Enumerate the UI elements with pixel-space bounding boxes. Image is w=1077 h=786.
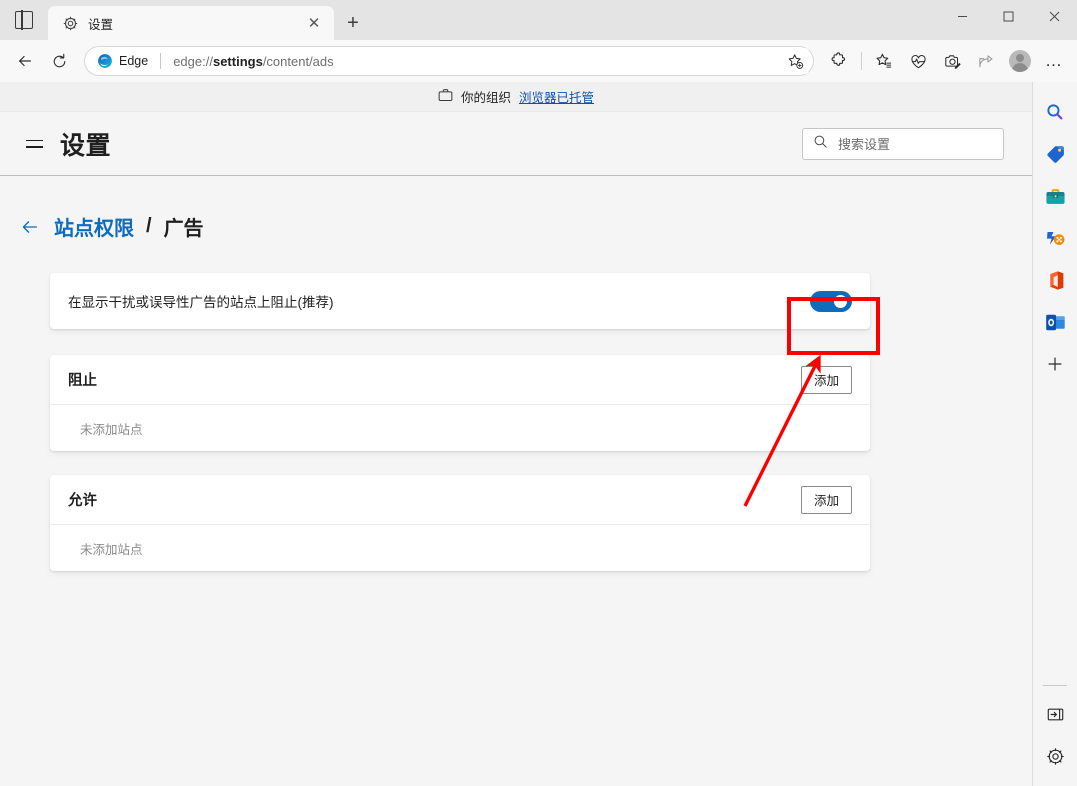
office-icon [1049, 270, 1063, 290]
settings-body: 站点权限 / 广告 在显示干扰或误导性广告的站点上阻止(推荐) 阻止 添加 未添… [0, 176, 1032, 785]
add-favorite-icon[interactable] [781, 48, 809, 74]
allowed-add-button[interactable]: 添加 [800, 485, 852, 514]
browser-toolbar: Edge edge://settings/content/ads … [0, 40, 1077, 82]
sidebar-item-games[interactable] [1039, 222, 1071, 254]
url-bold-segment: settings [212, 53, 263, 69]
back-arrow-icon[interactable] [18, 215, 42, 239]
title-bar: 设置 ✕ + [0, 0, 1077, 40]
blocked-section-header: 阻止 添加 [50, 355, 870, 405]
back-button[interactable] [8, 45, 42, 77]
sidebar-item-outlook[interactable] [1039, 306, 1071, 338]
browser-tab-settings[interactable]: 设置 ✕ [48, 6, 334, 40]
sidebar-item-office[interactable] [1039, 264, 1071, 296]
allowed-section-title: 允许 [68, 493, 97, 509]
org-managed-banner: 你的组织 浏览器已托管 [0, 82, 1032, 112]
hamburger-menu-icon[interactable] [18, 128, 50, 160]
omnibox-divider [160, 53, 162, 69]
maximize-button[interactable] [985, 0, 1031, 32]
minimize-button[interactable] [939, 0, 985, 32]
sidebar-settings-button[interactable] [1039, 740, 1071, 772]
bing-search-icon [1047, 104, 1063, 120]
search-placeholder: 搜索设置 [838, 137, 891, 152]
edge-sidebar-rail [1032, 82, 1077, 786]
shopping-tag-icon [1046, 145, 1064, 163]
gear-icon [62, 15, 78, 31]
content-area: 你的组织 浏览器已托管 设置 搜索设置 站点权限 / 广告 在显示干扰或误导性广… [0, 82, 1077, 786]
url-prefix: edge:// [173, 53, 213, 69]
favorites-button[interactable] [867, 45, 901, 77]
more-settings-button[interactable]: … [1037, 45, 1071, 77]
ads-block-toggle-row: 在显示干扰或误导性广告的站点上阻止(推荐) [50, 273, 870, 329]
settings-page: 你的组织 浏览器已托管 设置 搜索设置 站点权限 / 广告 在显示干扰或误导性广… [0, 82, 1032, 786]
blocked-sites-card: 阻止 添加 未添加站点 [50, 355, 870, 451]
edge-logo-icon [98, 54, 112, 68]
favorites-star-icon [876, 53, 892, 68]
search-settings-input[interactable]: 搜索设置 [802, 127, 1004, 160]
allowed-section-header: 允许 添加 [50, 475, 870, 525]
sidebar-item-add[interactable] [1039, 348, 1071, 380]
ads-block-toggle-label: 在显示干扰或误导性广告的站点上阻止(推荐) [68, 295, 334, 310]
sidebar-item-tools[interactable] [1039, 180, 1071, 212]
briefcase-icon [438, 88, 453, 105]
breadcrumb-separator: / [146, 215, 152, 237]
vertical-tabs-icon [15, 10, 33, 30]
tools-briefcase-icon [1045, 188, 1065, 204]
rail-divider [1043, 685, 1067, 686]
profile-button[interactable] [1003, 45, 1037, 77]
url-suffix: /content/ads [262, 53, 334, 69]
refresh-button[interactable] [42, 45, 76, 77]
breadcrumb: 站点权限 / 广告 [0, 212, 1032, 241]
window-controls [939, 0, 1077, 40]
tab-actions-button[interactable] [0, 0, 48, 40]
heart-pulse-icon [910, 54, 926, 68]
avatar [1009, 50, 1031, 72]
search-icon [813, 134, 828, 154]
close-icon[interactable]: ✕ [302, 11, 326, 35]
allowed-empty-row: 未添加站点 [50, 525, 870, 571]
sidebar-expand-button[interactable] [1039, 698, 1071, 730]
page-title: 设置 [60, 131, 112, 160]
url-text: edge://settings/content/ads [173, 54, 781, 69]
new-tab-button[interactable]: + [336, 8, 370, 38]
tab-title: 设置 [88, 17, 114, 32]
breadcrumb-parent-link[interactable]: 站点权限 [54, 212, 134, 241]
blocked-add-button[interactable]: 添加 [800, 365, 852, 394]
org-banner-link[interactable]: 浏览器已托管 [519, 87, 594, 106]
outlook-icon [1045, 314, 1065, 330]
games-icon [1046, 232, 1064, 245]
edge-label: Edge [119, 54, 149, 68]
blocked-empty-row: 未添加站点 [50, 405, 870, 451]
breadcrumb-current: 广告 [163, 218, 204, 240]
browser-window: 设置 ✕ + Edge edge://settings/content/ads … [0, 0, 1077, 786]
close-button[interactable] [1031, 0, 1077, 32]
expand-panel-icon [1047, 708, 1063, 720]
allowed-sites-card: 允许 添加 未添加站点 [50, 475, 870, 571]
blocked-section-title: 阻止 [68, 373, 97, 389]
address-bar[interactable]: Edge edge://settings/content/ads [84, 46, 814, 76]
gear-icon [1046, 747, 1064, 765]
extensions-button[interactable] [822, 45, 856, 77]
org-banner-text: 你的组织 [460, 91, 511, 105]
collections-button[interactable] [901, 45, 935, 77]
settings-cards: 在显示干扰或误导性广告的站点上阻止(推荐) 阻止 添加 未添加站点 允许 添加 … [32, 273, 884, 571]
sidebar-item-search[interactable] [1039, 96, 1071, 128]
share-button[interactable] [969, 45, 1003, 77]
screenshot-button[interactable] [935, 45, 969, 77]
ads-block-toggle-switch[interactable] [810, 290, 852, 312]
plus-icon [1048, 357, 1062, 371]
ads-block-toggle-card: 在显示干扰或误导性广告的站点上阻止(推荐) [50, 273, 870, 329]
edge-badge: Edge [97, 53, 148, 69]
settings-header: 设置 搜索设置 [0, 112, 1032, 176]
toolbar-divider [861, 52, 862, 70]
blocked-empty-text: 未添加站点 [80, 422, 143, 437]
toggle-knob [834, 294, 847, 308]
sidebar-item-shopping[interactable] [1039, 138, 1071, 170]
allowed-empty-text: 未添加站点 [80, 542, 143, 557]
camera-capture-icon [944, 54, 961, 69]
puzzle-icon [831, 52, 845, 66]
share-icon [979, 55, 993, 68]
